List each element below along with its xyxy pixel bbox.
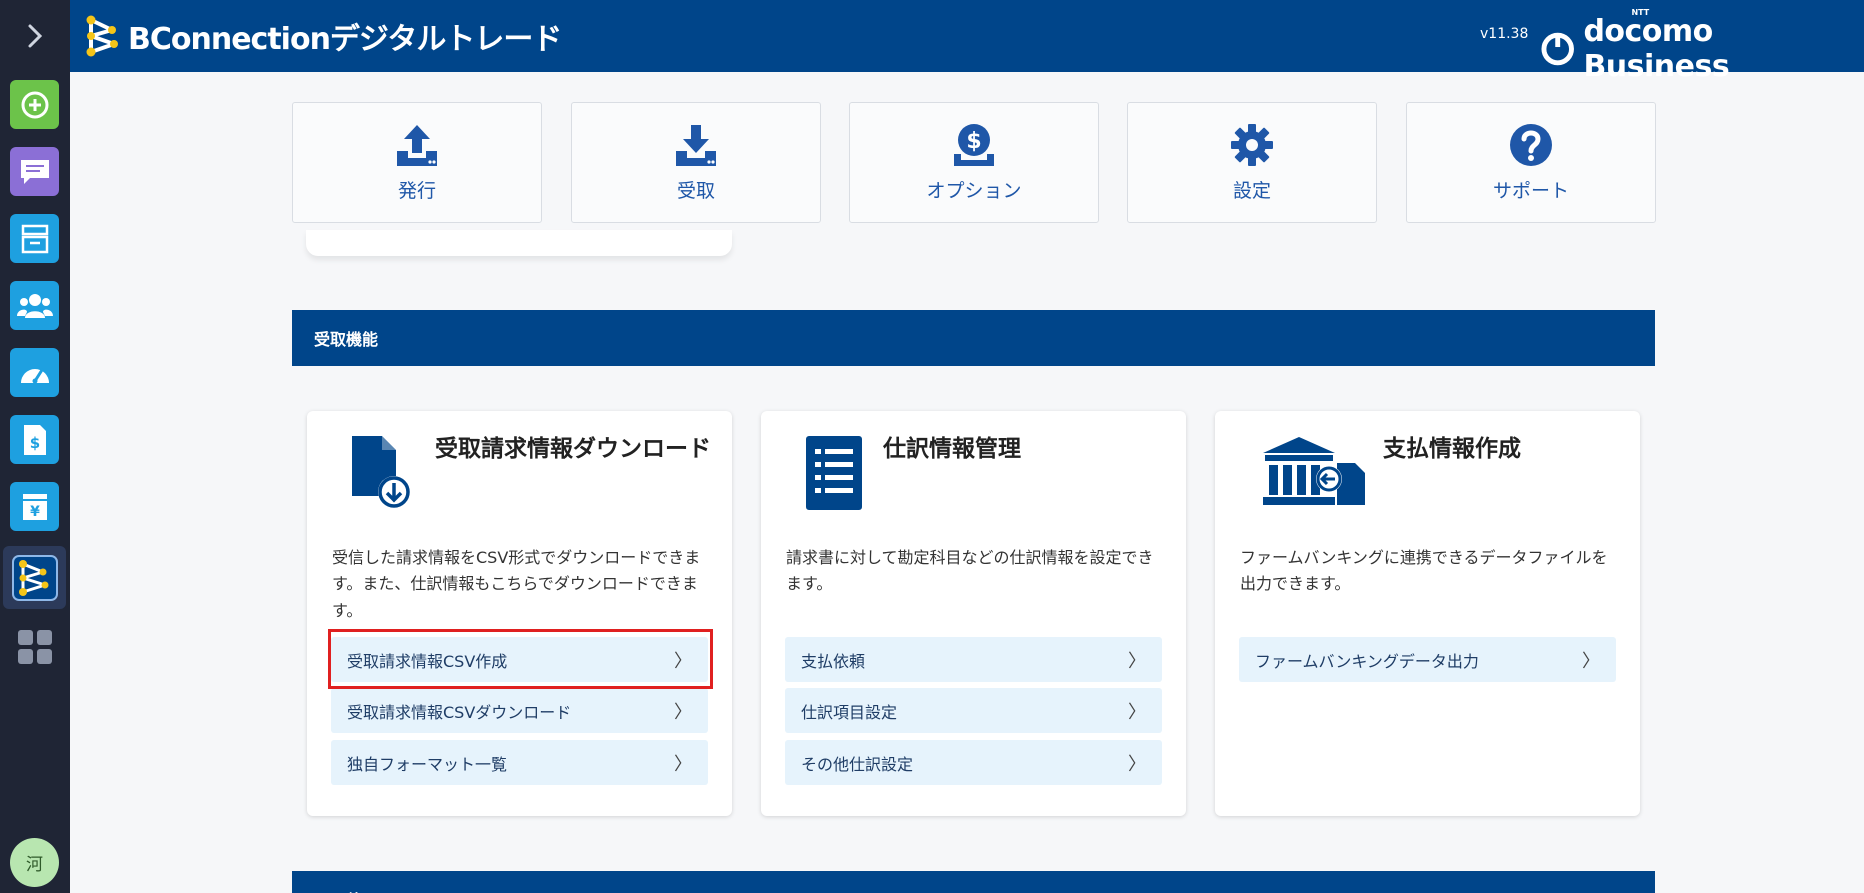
card-title: 受取請求情報ダウンロード: [435, 436, 711, 462]
version-label: v11.38: [1480, 26, 1529, 42]
link-payment-request[interactable]: 支払依頼 〉: [785, 637, 1162, 682]
link-other-journal-settings[interactable]: その他仕訳設定 〉: [785, 740, 1162, 785]
tile-settings[interactable]: 設定: [1127, 102, 1377, 223]
svg-text:$: $: [966, 129, 981, 154]
tile-receive-label: 受取: [676, 180, 715, 202]
sidebar-item-apps[interactable]: [10, 622, 59, 671]
chevron-right-icon: 〉: [1128, 753, 1146, 775]
highlight-box: [328, 629, 713, 689]
gear-icon: [1231, 124, 1273, 166]
tile-settings-label: 設定: [1232, 180, 1271, 202]
svg-text:$: $: [29, 434, 39, 452]
chevron-right-icon: [28, 24, 43, 48]
tile-issue-label: 発行: [397, 180, 436, 202]
brand-name: BConnectionデジタルトレード: [128, 22, 562, 57]
link-label: 支払依頼: [801, 651, 866, 671]
link-label: 独自フォーマット一覧: [347, 754, 508, 774]
sidebar-item-messages[interactable]: [10, 147, 59, 196]
card-description: 受信した請求情報をCSV形式でダウンロードできます。また、仕訳情報もこちらでダウ…: [332, 548, 701, 620]
sidebar-item-invoice[interactable]: $: [10, 415, 59, 464]
chevron-right-icon: 〉: [1128, 650, 1146, 672]
chevron-right-icon: 〉: [1582, 650, 1600, 672]
tile-receive[interactable]: 受取: [571, 102, 821, 223]
link-label: 仕訳項目設定: [801, 702, 898, 722]
previous-card-edge: [306, 230, 732, 256]
partner-name: docomo Business: [1583, 14, 1730, 84]
sidebar-item-users[interactable]: [10, 281, 59, 330]
tile-support[interactable]: サポート: [1406, 102, 1656, 223]
card-receive-invoice-download: 受取請求情報ダウンロード 受信した請求情報をCSV形式でダウンロードできます。ま…: [307, 411, 732, 816]
dashboard-icon: [20, 368, 49, 383]
tile-issue[interactable]: 発行: [292, 102, 542, 223]
link-custom-format-list[interactable]: 独自フォーマット一覧 〉: [331, 740, 708, 785]
brand-logo[interactable]: BConnectionデジタルトレード: [84, 14, 562, 58]
card-payment-info-creation: 支払情報作成 ファームバンキングに連携できるデータファイルを出力できます。 ファ…: [1215, 411, 1640, 816]
tile-options-label: オプション: [926, 180, 1022, 202]
upload-icon: [397, 125, 437, 166]
chevron-right-icon: 〉: [1128, 701, 1146, 723]
card-description: ファームバンキングに連携できるデータファイルを出力できます。: [1240, 548, 1608, 594]
download-icon: [676, 125, 716, 166]
link-label: 受取請求情報CSVダウンロード: [347, 702, 572, 722]
messages-icon: [20, 159, 49, 184]
chevron-right-icon: 〉: [674, 701, 692, 723]
users-icon: [16, 293, 53, 318]
dollar-coin-icon: $: [954, 124, 994, 166]
svg-text:¥: ¥: [30, 504, 40, 520]
card-title: 支払情報作成: [1383, 436, 1521, 462]
question-icon: [1510, 124, 1552, 166]
chevron-right-icon: 〉: [674, 753, 692, 775]
bank-transfer-icon: [1263, 437, 1365, 505]
docomo-logo-icon: [1541, 32, 1574, 66]
sidebar-item-new[interactable]: [10, 80, 59, 129]
card-journal-management: 仕訳情報管理 請求書に対して勘定科目などの仕訳情報を設定できます。 支払依頼 〉…: [761, 411, 1186, 816]
list-document-icon: [806, 436, 862, 510]
left-rail: $ ¥ 河: [0, 0, 70, 893]
card-title: 仕訳情報管理: [883, 436, 1021, 462]
app-header: BConnectionデジタルトレード v11.38 NTT docomo Bu…: [70, 0, 1864, 84]
sidebar-item-receipts[interactable]: ¥: [10, 482, 59, 531]
link-journal-item-settings[interactable]: 仕訳項目設定 〉: [785, 688, 1162, 733]
invoice-icon: $: [23, 424, 46, 455]
sidebar-item-inbox[interactable]: [10, 214, 59, 263]
tile-options[interactable]: $ オプション: [849, 102, 1099, 223]
tile-support-label: サポート: [1492, 180, 1569, 202]
partner-small-label: NTT: [1631, 8, 1650, 17]
section-header-receive: 受取機能: [292, 310, 1655, 366]
sidebar-item-bconnection[interactable]: [3, 546, 66, 609]
link-label: その他仕訳設定: [801, 754, 914, 774]
link-download-receive-invoice-csv[interactable]: 受取請求情報CSVダウンロード 〉: [331, 688, 708, 733]
yen-icon: ¥: [22, 493, 47, 520]
card-description: 請求書に対して勘定科目などの仕訳情報を設定できます。: [786, 548, 1154, 594]
file-download-icon: [352, 436, 410, 508]
expand-sidebar-button[interactable]: [0, 0, 70, 72]
inbox-icon: [21, 224, 48, 253]
sidebar-item-dashboard[interactable]: [10, 348, 59, 397]
apps-grid-icon: [17, 629, 52, 664]
section-header-other: その他: [292, 871, 1655, 893]
bconnection-icon: [11, 554, 58, 601]
link-firm-banking-data-export[interactable]: ファームバンキングデータ出力 〉: [1239, 637, 1616, 682]
user-avatar[interactable]: 河: [10, 838, 59, 887]
link-label: ファームバンキングデータ出力: [1255, 651, 1479, 671]
bconnection-logo-icon: [86, 15, 118, 57]
partner-logo: NTT docomo Business: [1540, 8, 1864, 84]
add-icon: [21, 91, 48, 118]
